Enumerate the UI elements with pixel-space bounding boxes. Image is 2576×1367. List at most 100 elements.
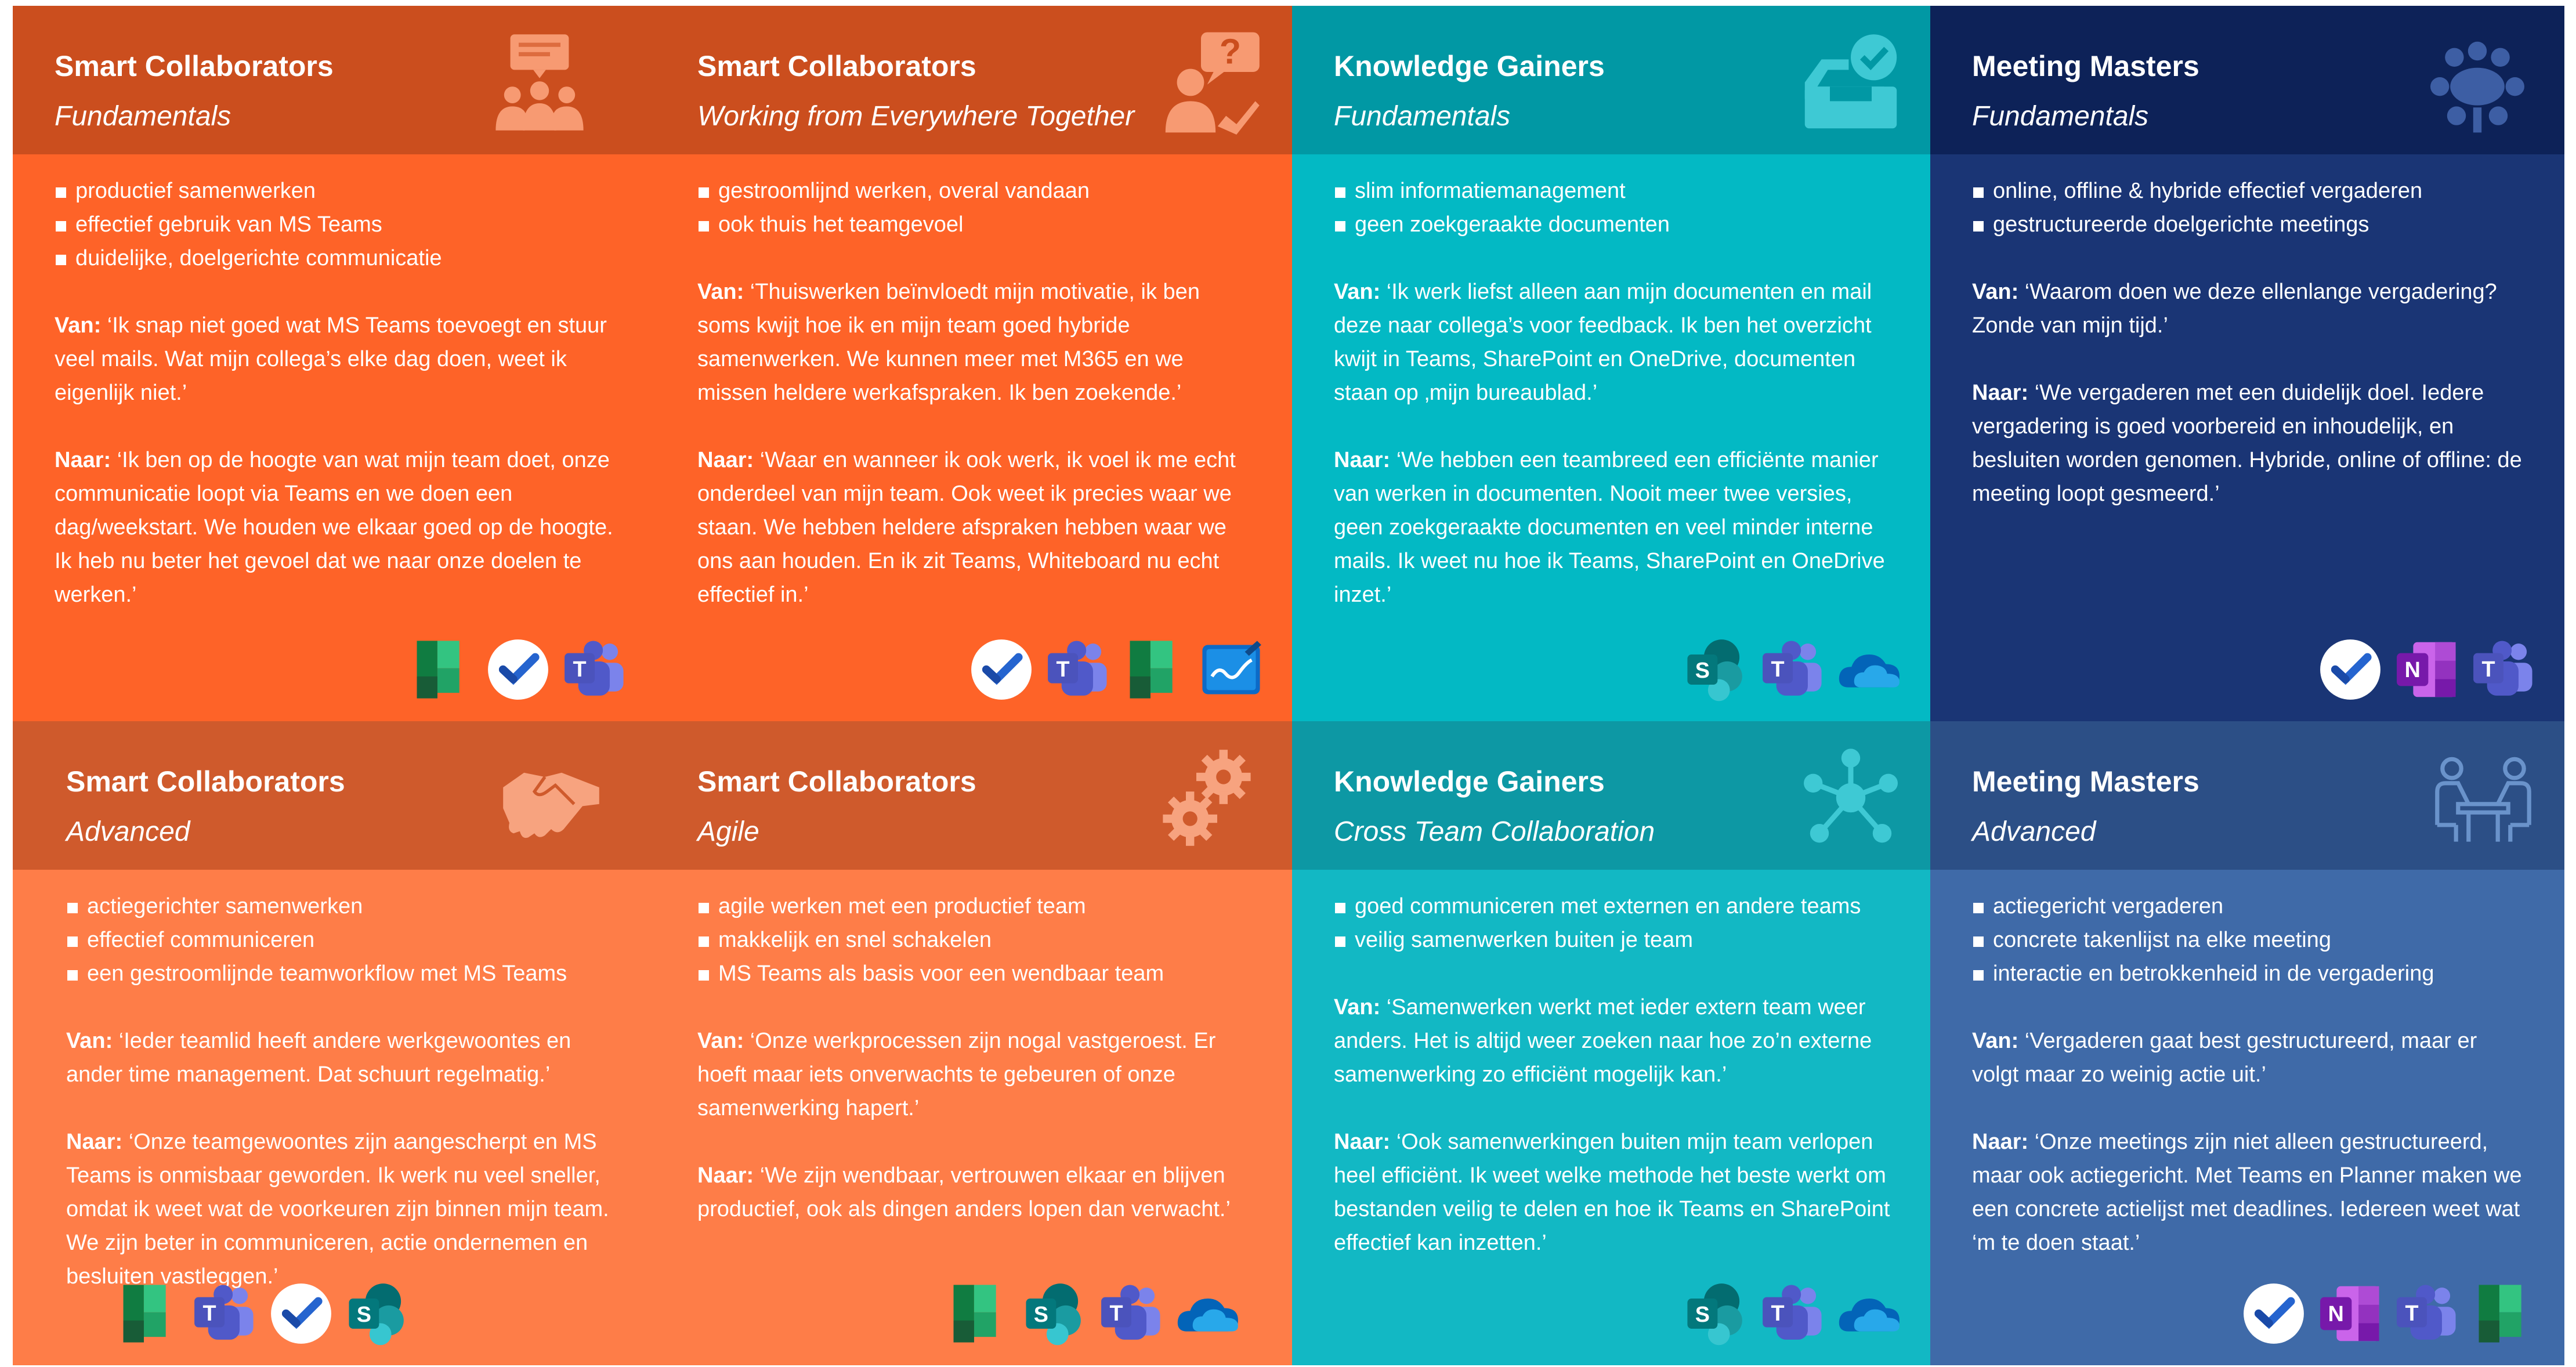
benefit-item: concrete takenlijst na elke meeting (1972, 923, 2530, 957)
card-header: Smart Collaborators Fundamentals (13, 6, 656, 154)
benefit-item: interactie en betrokkenheid in de vergad… (1972, 957, 2530, 990)
benefit-item: gestroomlijnd werken, overal vandaan (697, 174, 1257, 208)
from-label: Van: (1972, 280, 2019, 304)
benefit-list: slim informatiemanagement geen zoekgeraak… (1334, 174, 1895, 241)
svg-text:N: N (2405, 657, 2421, 682)
svg-text:T: T (573, 657, 587, 681)
card-header: Smart Collaborators Working from Everywh… (656, 6, 1292, 154)
onedrive-icon (1835, 1279, 1904, 1348)
card-title: Smart Collaborators (697, 765, 976, 798)
from-text: ‘Vergaderen gaat best gestructureerd, ma… (1972, 1029, 2477, 1087)
card-subtitle: Working from Everywhere Together (697, 101, 1135, 132)
card-body: actiegerichter samenwerken effectief comm… (66, 889, 621, 1293)
card-subtitle: Advanced (1972, 816, 2096, 847)
benefit-item: effectief communiceren (66, 923, 621, 957)
svg-text:S: S (1695, 1302, 1710, 1326)
program-card: Smart Collaborators Agile agile werken m… (656, 721, 1292, 1365)
svg-text:T: T (203, 1301, 216, 1325)
benefit-item: productief samenwerken (55, 174, 621, 208)
benefit-list: gestroomlijnd werken, overal vandaan ook … (697, 174, 1257, 241)
svg-text:T: T (2482, 657, 2495, 681)
to-text: ‘Waar en wanneer ik ook werk, ik voel ik… (697, 448, 1236, 607)
onenote-icon: N (2393, 635, 2461, 704)
card-header: Meeting Masters Advanced (1930, 721, 2564, 870)
app-icon-row: S T (944, 1279, 1242, 1349)
to-label: Naar: (1334, 448, 1391, 472)
to-label: Naar: (697, 448, 754, 472)
card-subtitle: Fundamentals (55, 101, 231, 132)
planner-icon (944, 1279, 1012, 1348)
inbox-check-icon (1799, 30, 1903, 135)
svg-text:?: ? (1220, 32, 1241, 71)
to-statement: Naar: ‘Onze teamgewoontes zijn aangesche… (66, 1125, 621, 1293)
to-label: Naar: (1334, 1130, 1391, 1154)
from-statement: Van: ‘Ieder teamlid heeft andere werkgew… (66, 1024, 621, 1091)
teams-icon: T (190, 1279, 259, 1348)
benefit-item: MS Teams als basis voor een wendbaar tea… (697, 957, 1257, 990)
teams-icon: T (1044, 635, 1112, 704)
planner-icon (407, 635, 476, 704)
from-label: Van: (1334, 280, 1381, 304)
card-subtitle: Fundamentals (1972, 101, 2149, 132)
app-icon-row: N T (2239, 1279, 2538, 1349)
to-text: ‘Ook samenwerkingen buiten mijn team ver… (1334, 1130, 1890, 1255)
to-statement: Naar: ‘We hebben een teambreed een effic… (1334, 443, 1895, 612)
benefit-list: online, offline & hybride effectief verg… (1972, 174, 2530, 241)
svg-text:S: S (1695, 658, 1710, 682)
svg-text:N: N (2328, 1301, 2344, 1326)
onedrive-icon (1835, 635, 1904, 704)
benefit-list: actiegericht vergaderen concrete takenlij… (1972, 889, 2530, 990)
todo-icon (267, 1279, 335, 1348)
teams-icon: T (2393, 1279, 2461, 1348)
svg-text:T: T (1771, 657, 1785, 681)
to-text: ‘Onze meetings zijn niet alleen gestruct… (1972, 1130, 2522, 1255)
sharepoint-icon: S (1682, 1279, 1750, 1348)
benefit-list: actiegerichter samenwerken effectief comm… (66, 889, 621, 990)
to-text: ‘We zijn wendbaar, vertrouwen elkaar en … (697, 1163, 1231, 1221)
to-statement: Naar: ‘We zijn wendbaar, vertrouwen elka… (697, 1159, 1257, 1226)
benefit-item: veilig samenwerken buiten je team (1334, 923, 1895, 957)
svg-text:T: T (1057, 657, 1070, 681)
card-subtitle: Cross Team Collaboration (1334, 816, 1655, 847)
planner-icon (1120, 635, 1189, 704)
card-title: Smart Collaborators (55, 50, 334, 82)
card-title: Meeting Masters (1972, 765, 2199, 798)
to-statement: Naar: ‘Ik ben op de hoogte van wat mijn … (55, 443, 621, 612)
from-label: Van: (1334, 995, 1381, 1019)
svg-text:T: T (1110, 1301, 1123, 1325)
benefit-item: online, offline & hybride effectief verg… (1972, 174, 2530, 208)
benefit-item: actiegericht vergaderen (1972, 889, 2530, 923)
card-body: online, offline & hybride effectief verg… (1972, 174, 2530, 511)
app-icon-row: T S (114, 1279, 412, 1349)
teams-icon: T (560, 635, 629, 704)
to-text: ‘Ik ben op de hoogte van wat mijn team d… (55, 448, 613, 607)
to-text: ‘We vergaderen met een duidelijk doel. I… (1972, 381, 2522, 506)
teams-icon: T (1759, 635, 1827, 704)
from-text: ‘Ik werk liefst alleen aan mijn document… (1334, 280, 1872, 405)
svg-text:S: S (357, 1302, 371, 1326)
todo-icon (484, 635, 552, 704)
card-header: Knowledge Gainers Fundamentals (1292, 6, 1930, 154)
svg-text:T: T (2405, 1301, 2419, 1325)
sharepoint-icon: S (343, 1279, 412, 1348)
app-icon-row: N T (2316, 635, 2538, 705)
card-header: Smart Collaborators Advanced (13, 721, 656, 870)
from-statement: Van: ‘Ik werk liefst alleen aan mijn doc… (1334, 275, 1895, 410)
planner-icon (114, 1279, 182, 1348)
program-card: Smart Collaborators Advanced actiegerich… (13, 721, 656, 1365)
from-text: ‘Waarom doen we deze ellenlange vergader… (1972, 280, 2497, 338)
from-text: ‘Ieder teamlid heeft andere werkgewoonte… (66, 1029, 571, 1087)
card-subtitle: Advanced (66, 816, 190, 847)
card-title: Smart Collaborators (697, 50, 976, 82)
card-title: Smart Collaborators (66, 765, 345, 798)
card-body: agile werken met een productief team makk… (697, 889, 1257, 1226)
to-text: ‘We hebben een teambreed een efficiënte … (1334, 448, 1885, 607)
handshake-icon (499, 746, 603, 850)
from-statement: Van: ‘Thuiswerken beïnvloedt mijn motiva… (697, 275, 1257, 410)
benefit-item: slim informatiemanagement (1334, 174, 1895, 208)
gears-icon (1155, 746, 1259, 850)
from-label: Van: (697, 280, 744, 304)
benefit-item: effectief gebruik van MS Teams (55, 208, 621, 241)
from-text: ‘Samenwerken werkt met ieder extern team… (1334, 995, 1872, 1087)
card-body: slim informatiemanagement geen zoekgeraak… (1334, 174, 1895, 612)
